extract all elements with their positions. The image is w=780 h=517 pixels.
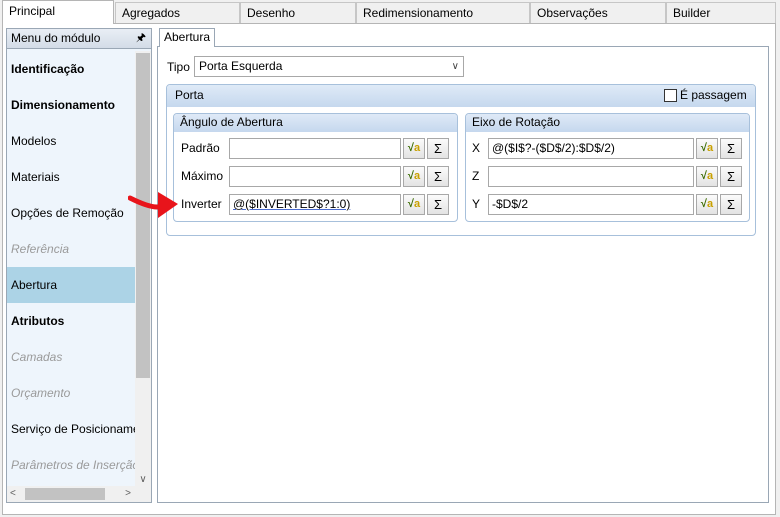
- menu-item-abertura[interactable]: Abertura: [7, 267, 135, 303]
- menu-item-opcoes-remocao[interactable]: Opções de Remoção: [7, 195, 135, 231]
- menu-item-camadas: Camadas: [11, 350, 63, 364]
- formula-icon[interactable]: √a: [696, 138, 718, 159]
- porta-title: Porta: [175, 88, 204, 102]
- module-menu: Menu do módulo 🖈 Identificação Dimension…: [6, 28, 152, 503]
- angulo-group-header: Ângulo de Abertura: [174, 114, 457, 132]
- formula-icon[interactable]: √a: [696, 194, 718, 215]
- menu-item-dimensionamento[interactable]: Dimensionamento: [7, 87, 135, 123]
- tab-desenho[interactable]: Desenho: [240, 2, 356, 23]
- tab-redimensionamento[interactable]: Redimensionamento: [356, 2, 530, 23]
- sum-icon[interactable]: Σ: [427, 194, 449, 215]
- red-arrow-icon: [128, 192, 178, 218]
- scroll-left-icon[interactable]: <: [10, 486, 16, 502]
- x-input[interactable]: @($I$?-($D$/2):$D$/2): [488, 138, 694, 159]
- inverter-label: Inverter: [181, 197, 222, 211]
- padrao-input[interactable]: [229, 138, 401, 159]
- menu-item-atributos[interactable]: Atributos: [7, 303, 135, 339]
- inverter-input-value: @($INVERTED$?1:0): [233, 197, 351, 211]
- y-label: Y: [472, 197, 481, 211]
- menu-item-referencia: Referência: [11, 242, 70, 256]
- scroll-right-icon[interactable]: >: [125, 486, 131, 502]
- sum-icon[interactable]: Σ: [720, 166, 742, 187]
- menu-item-materiais[interactable]: Materiais: [7, 159, 135, 195]
- tab-agregados[interactable]: Agregados: [115, 2, 240, 23]
- tab-observacoes[interactable]: Observações: [530, 2, 666, 23]
- passagem-checkbox[interactable]: [664, 89, 677, 102]
- tipo-select[interactable]: Porta Esquerda ∨: [194, 56, 464, 77]
- y-input[interactable]: -$D$/2: [488, 194, 694, 215]
- menu-item-identificacao[interactable]: Identificação: [7, 51, 135, 87]
- padrao-label: Padrão: [181, 141, 220, 155]
- pin-icon[interactable]: 🖈: [136, 29, 146, 48]
- formula-icon[interactable]: √a: [403, 138, 425, 159]
- tab-abertura[interactable]: Abertura: [159, 28, 216, 47]
- eixo-group-header: Eixo de Rotação: [466, 114, 749, 132]
- inverter-input[interactable]: @($INVERTED$?1:0): [229, 194, 401, 215]
- menu-title: Menu do módulo: [11, 31, 101, 45]
- sum-icon[interactable]: Σ: [427, 138, 449, 159]
- passagem-label[interactable]: É passagem: [680, 88, 747, 102]
- z-label: Z: [472, 169, 480, 183]
- z-input[interactable]: [488, 166, 694, 187]
- menu-header: Menu do módulo 🖈: [7, 29, 151, 49]
- tab-builder[interactable]: Builder: [666, 2, 776, 23]
- formula-icon[interactable]: √a: [403, 194, 425, 215]
- sum-icon[interactable]: Σ: [720, 138, 742, 159]
- tab-principal[interactable]: Principal: [2, 0, 114, 24]
- tab-strip: Principal Agregados Desenho Redimensiona…: [0, 0, 780, 24]
- tipo-select-value: Porta Esquerda: [199, 59, 283, 73]
- horizontal-scroll-thumb[interactable]: [25, 488, 105, 500]
- maximo-input[interactable]: [229, 166, 401, 187]
- sum-icon[interactable]: Σ: [427, 166, 449, 187]
- menu-item-servico-posicionamento[interactable]: Serviço de Posicionamen: [7, 411, 135, 447]
- menu-vertical-scrollbar[interactable]: ∨: [135, 51, 151, 488]
- formula-icon[interactable]: √a: [403, 166, 425, 187]
- formula-icon[interactable]: √a: [696, 166, 718, 187]
- sum-icon[interactable]: Σ: [720, 194, 742, 215]
- menu-item-parametros-insercao: Parâmetros de Inserção: [11, 458, 135, 472]
- maximo-label: Máximo: [181, 169, 224, 183]
- tipo-label: Tipo: [167, 60, 190, 74]
- menu-list: Identificação Dimensionamento Modelos Ma…: [7, 51, 135, 483]
- chevron-down-icon: ∨: [451, 61, 459, 72]
- menu-item-orcamento: Orçamento: [11, 386, 71, 400]
- menu-horizontal-scrollbar[interactable]: < >: [7, 486, 151, 502]
- menu-item-modelos[interactable]: Modelos: [7, 123, 135, 159]
- x-label: X: [472, 141, 481, 155]
